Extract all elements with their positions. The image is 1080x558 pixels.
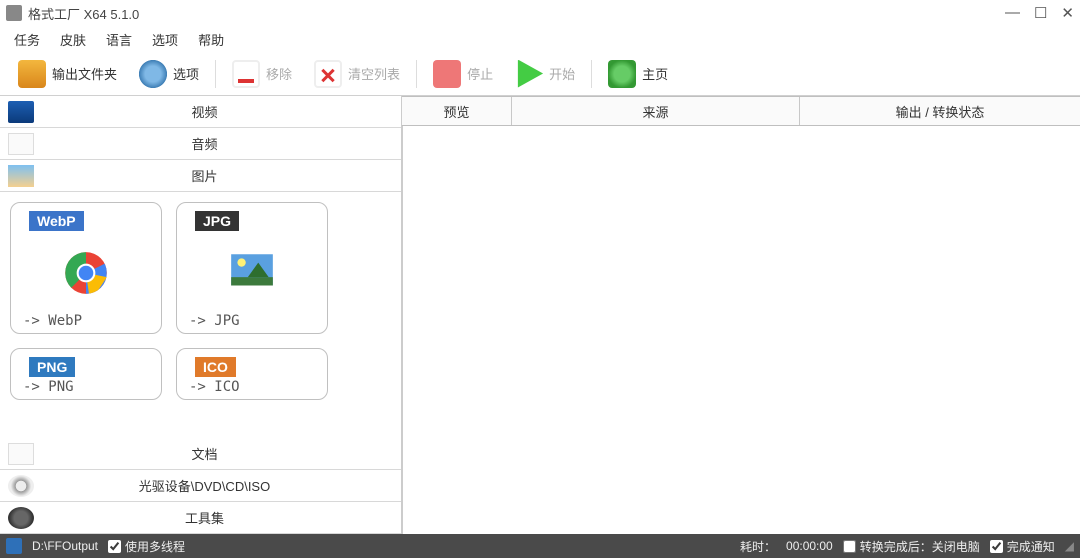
menu-task[interactable]: 任务 [14,30,40,49]
category-disc-label: 光驱设备\DVD\CD\ISO [42,476,401,495]
separator [416,60,417,88]
status-bar: D:\FFOutput 使用多线程 耗时： 00:00:00 转换完成后：关闭电… [0,534,1080,558]
category-image-label: 图片 [42,166,401,185]
notify-label: 完成通知 [1007,538,1055,555]
col-output-status[interactable]: 输出 / 转换状态 [800,97,1080,125]
photo-icon [217,233,287,313]
remove-button[interactable]: 移除 [224,52,300,95]
category-disc[interactable]: 光驱设备\DVD\CD\ISO [0,470,401,502]
tools-icon [8,507,34,529]
category-audio[interactable]: 音频 [0,128,401,160]
stop-button[interactable]: 停止 [425,52,501,95]
badge-png: PNG [29,357,75,377]
after-convert-input[interactable] [843,540,856,553]
home-button[interactable]: 主页 [600,52,676,95]
tile-jpg[interactable]: JPG -> JPG [176,202,328,334]
start-button[interactable]: 开始 [507,52,583,95]
toolbar: 输出文件夹 选项 移除 清空列表 停止 开始 主页 [0,52,1080,96]
tile-webp-label: -> WebP [23,313,82,329]
menu-skin[interactable]: 皮肤 [60,30,86,49]
elapsed-label: 耗时： [740,538,776,555]
stop-icon [433,60,461,88]
chrome-icon [51,233,121,313]
clear-label: 清空列表 [348,64,400,83]
tile-jpg-label: -> JPG [189,313,240,329]
window-controls: — ☐ ✕ [1005,4,1074,22]
title-bar: 格式工厂 X64 5.1.0 — ☐ ✕ [0,0,1080,26]
document-icon [8,443,34,465]
maximize-button[interactable]: ☐ [1034,4,1047,22]
tile-ico[interactable]: ICO -> ICO [176,348,328,400]
minimize-button[interactable]: — [1005,4,1020,22]
category-video-label: 视频 [42,102,401,121]
tile-png[interactable]: PNG -> PNG [10,348,162,400]
separator [215,60,216,88]
gear-icon [139,60,167,88]
options-label: 选项 [173,64,199,83]
col-preview[interactable]: 预览 [402,97,512,125]
output-folder-button[interactable]: 输出文件夹 [10,52,125,95]
badge-ico: ICO [195,357,236,377]
play-icon [515,60,543,88]
start-label: 开始 [549,64,575,83]
disc-icon [8,475,34,497]
category-document-label: 文档 [42,444,401,463]
right-panel: 预览 来源 输出 / 转换状态 [402,96,1080,534]
folder-small-icon[interactable] [6,538,22,554]
category-image[interactable]: 图片 [0,160,401,192]
tile-png-label: -> PNG [23,379,74,395]
clear-icon [314,60,342,88]
output-path[interactable]: D:\FFOutput [32,539,98,553]
menu-bar: 任务 皮肤 语言 选项 帮助 [0,26,1080,52]
output-folder-label: 输出文件夹 [52,64,117,83]
multithread-checkbox[interactable]: 使用多线程 [108,538,185,555]
notify-input[interactable] [990,540,1003,553]
remove-label: 移除 [266,64,292,83]
separator [591,60,592,88]
format-grid[interactable]: WebP -> WebP JPG -> JPG PNG -> PNG ICO [0,192,401,438]
badge-jpg: JPG [195,211,239,231]
multithread-label: 使用多线程 [125,538,185,555]
image-icon [8,165,34,187]
col-source[interactable]: 来源 [512,97,800,125]
elapsed-value: 00:00:00 [786,539,833,553]
category-document[interactable]: 文档 [0,438,401,470]
category-tools-label: 工具集 [42,508,401,527]
options-button[interactable]: 选项 [131,52,207,95]
category-audio-label: 音频 [42,134,401,153]
stop-label: 停止 [467,64,493,83]
category-video[interactable]: 视频 [0,96,401,128]
globe-icon [608,60,636,88]
app-icon [6,5,22,21]
home-label: 主页 [642,64,668,83]
after-convert-label: 转换完成后：关闭电脑 [860,538,980,555]
table-header: 预览 来源 输出 / 转换状态 [402,96,1080,126]
left-panel: 视频 音频 图片 WebP -> WebP JPG -> JPG [0,96,402,534]
menu-help[interactable]: 帮助 [198,30,224,49]
category-tools[interactable]: 工具集 [0,502,401,534]
audio-icon [8,133,34,155]
clear-button[interactable]: 清空列表 [306,52,408,95]
badge-webp: WebP [29,211,84,231]
folder-icon [18,60,46,88]
after-convert-checkbox[interactable]: 转换完成后：关闭电脑 [843,538,980,555]
remove-icon [232,60,260,88]
close-button[interactable]: ✕ [1061,4,1074,22]
task-list[interactable] [402,126,1080,534]
window-title: 格式工厂 X64 5.1.0 [28,4,1005,23]
resize-grip[interactable]: ◢ [1065,539,1074,553]
video-icon [8,101,34,123]
menu-options[interactable]: 选项 [152,30,178,49]
tile-webp[interactable]: WebP -> WebP [10,202,162,334]
notify-checkbox[interactable]: 完成通知 [990,538,1055,555]
multithread-input[interactable] [108,540,121,553]
menu-language[interactable]: 语言 [106,30,132,49]
tile-ico-label: -> ICO [189,379,240,395]
main-area: 视频 音频 图片 WebP -> WebP JPG -> JPG [0,96,1080,534]
